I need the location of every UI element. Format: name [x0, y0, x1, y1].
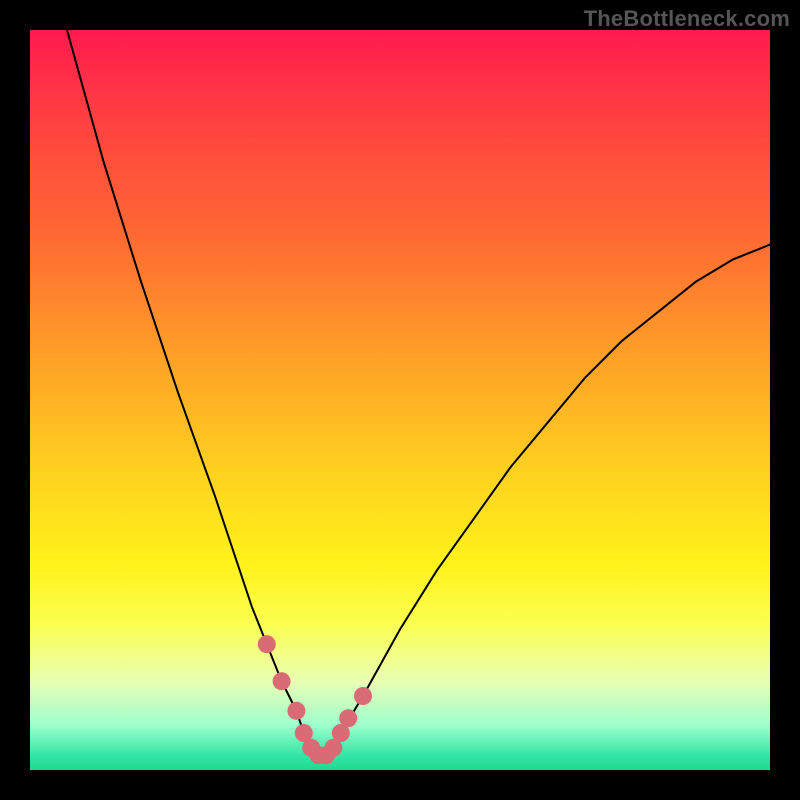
watermark-text: TheBottleneck.com — [584, 6, 790, 32]
optimal-marker — [354, 687, 372, 705]
optimal-zone-markers — [258, 635, 372, 764]
plot-area — [30, 30, 770, 770]
curve-svg — [30, 30, 770, 770]
optimal-marker — [287, 702, 305, 720]
bottleneck-curve — [67, 30, 770, 755]
optimal-marker — [258, 635, 276, 653]
optimal-marker — [339, 709, 357, 727]
chart-frame: TheBottleneck.com — [0, 0, 800, 800]
optimal-marker — [273, 672, 291, 690]
